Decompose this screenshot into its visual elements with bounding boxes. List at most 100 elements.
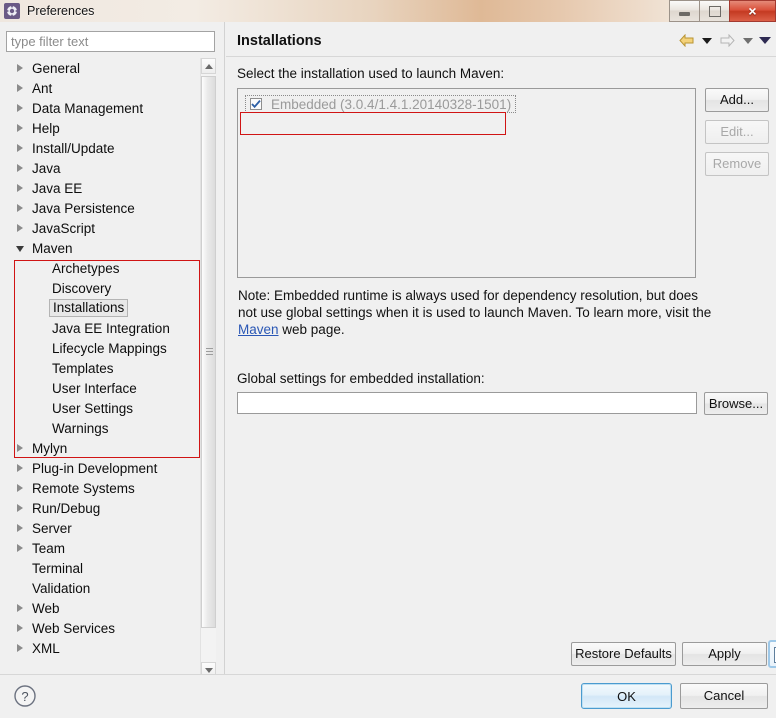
chevron-right-icon[interactable] (16, 163, 25, 173)
preferences-dialog: Preferences × General Ant Data Management H… (0, 0, 776, 718)
chevron-right-icon[interactable] (16, 463, 25, 473)
sidebar-item-archetypes[interactable]: Archetypes (6, 258, 202, 278)
sidebar-item-maven[interactable]: Maven (6, 238, 202, 258)
sidebar-item-server[interactable]: Server (6, 518, 202, 538)
chevron-right-icon[interactable] (16, 103, 25, 113)
sidebar-item-discovery[interactable]: Discovery (6, 278, 202, 298)
close-button[interactable]: × (729, 0, 776, 22)
window-title: Preferences (27, 4, 95, 18)
sidebar-item-warnings[interactable]: Warnings (6, 418, 202, 438)
note-part2: web page. (278, 322, 345, 337)
cancel-button[interactable]: Cancel (680, 683, 768, 709)
sidebar-item-team[interactable]: Team (6, 538, 202, 558)
sidebar-item-label: Install/Update (32, 140, 115, 156)
close-icon: × (748, 3, 757, 19)
sidebar-item-general[interactable]: General (6, 58, 202, 78)
page-action-buttons: Restore Defaults Apply (226, 640, 776, 701)
checkbox-icon[interactable] (250, 98, 262, 110)
back-arrow-icon[interactable] (677, 33, 695, 48)
sidebar-item-remote-systems[interactable]: Remote Systems (6, 478, 202, 498)
ok-button[interactable]: OK (581, 683, 672, 709)
maven-link[interactable]: Maven (238, 322, 279, 337)
chevron-right-icon[interactable] (16, 483, 25, 493)
sidebar-item-user-settings[interactable]: User Settings (6, 398, 202, 418)
maximize-button[interactable] (699, 0, 729, 22)
minimize-icon (679, 11, 690, 16)
sidebar-item-lifecycle-mappings[interactable]: Lifecycle Mappings (6, 338, 202, 358)
search-input[interactable] (6, 31, 215, 52)
chevron-right-icon[interactable] (16, 203, 25, 213)
sidebar-item-web-services[interactable]: Web Services (6, 618, 202, 638)
chevron-right-icon[interactable] (16, 63, 25, 73)
sidebar-item-label: Web (32, 600, 60, 616)
chevron-right-icon[interactable] (16, 223, 25, 233)
chevron-right-icon[interactable] (16, 443, 25, 453)
remove-button[interactable]: Remove (705, 152, 769, 176)
list-item[interactable]: Embedded (3.0.4/1.4.1.20140328-1501) (245, 95, 517, 113)
scroll-thumb[interactable] (201, 76, 216, 628)
sidebar-item-label: User Settings (52, 400, 134, 416)
sidebar-item-ant[interactable]: Ant (6, 78, 202, 98)
pane-divider (224, 22, 225, 674)
sidebar-item-label: Java (32, 160, 61, 176)
sidebar-item-web[interactable]: Web (6, 598, 202, 618)
edit-button[interactable]: Edit... (705, 120, 769, 144)
restore-defaults-button[interactable]: Restore Defaults (571, 642, 676, 666)
select-installation-label: Select the installation used to launch M… (237, 66, 505, 81)
global-settings-input[interactable] (237, 392, 697, 414)
sidebar-item-java-persistence[interactable]: Java Persistence (6, 198, 202, 218)
chevron-down-icon[interactable] (16, 244, 25, 253)
chevron-right-icon[interactable] (16, 543, 25, 553)
installations-list[interactable]: Embedded (3.0.4/1.4.1.20140328-1501) (237, 88, 696, 278)
chevron-right-icon[interactable] (16, 123, 25, 133)
chevron-right-icon[interactable] (16, 523, 25, 533)
sidebar-item-install-update[interactable]: Install/Update (6, 138, 202, 158)
tree-scrollbar[interactable] (200, 58, 216, 678)
sidebar-item-data-management[interactable]: Data Management (6, 98, 202, 118)
sidebar-item-installations[interactable]: Installations (6, 298, 202, 318)
apply-button[interactable]: Apply (682, 642, 767, 666)
sidebar-item-plug-in-development[interactable]: Plug-in Development (6, 458, 202, 478)
installations-page: Installations Select the installation us… (226, 22, 776, 701)
chevron-right-icon[interactable] (16, 503, 25, 513)
preferences-sidebar: General Ant Data Management Help Install/Upd… (0, 22, 224, 678)
sidebar-item-mylyn[interactable]: Mylyn (6, 438, 202, 458)
sidebar-item-java-ee[interactable]: Java EE (6, 178, 202, 198)
sidebar-item-xml[interactable]: XML (6, 638, 202, 658)
help-icon[interactable]: ? (13, 684, 37, 708)
sidebar-item-java-ee-integration[interactable]: Java EE Integration (6, 318, 202, 338)
sidebar-item-validation[interactable]: Validation (6, 578, 202, 598)
chevron-right-icon[interactable] (16, 603, 25, 613)
chevron-right-icon[interactable] (16, 143, 25, 153)
chevron-right-icon[interactable] (16, 623, 25, 633)
sidebar-item-java[interactable]: Java (6, 158, 202, 178)
sidebar-item-user-interface[interactable]: User Interface (6, 378, 202, 398)
chevron-right-icon[interactable] (16, 83, 25, 93)
view-menu-icon[interactable] (759, 35, 770, 46)
back-history-chevron-down-icon[interactable] (701, 35, 712, 46)
sidebar-item-label: Java Persistence (32, 200, 135, 216)
sidebar-item-label: Installations (49, 299, 129, 317)
sidebar-item-label: JavaScript (32, 220, 96, 236)
forward-arrow-icon[interactable] (718, 33, 736, 48)
preferences-tree[interactable]: General Ant Data Management Help Install/Upd… (6, 58, 216, 678)
minimize-button[interactable] (669, 0, 699, 22)
sidebar-item-run-debug[interactable]: Run/Debug (6, 498, 202, 518)
scroll-up-button[interactable] (201, 58, 216, 74)
add-button[interactable]: Add... (705, 88, 769, 112)
forward-history-chevron-down-icon[interactable] (742, 35, 753, 46)
clipped-edge-widget[interactable] (768, 640, 776, 668)
browse-button[interactable]: Browse... (704, 392, 768, 415)
sidebar-item-label: Discovery (52, 280, 112, 296)
page-navigation (677, 33, 770, 48)
sidebar-item-help[interactable]: Help (6, 118, 202, 138)
sidebar-item-label: Maven (32, 240, 73, 256)
chevron-right-icon[interactable] (16, 643, 25, 653)
sidebar-item-templates[interactable]: Templates (6, 358, 202, 378)
chevron-right-icon[interactable] (16, 183, 25, 193)
sidebar-item-terminal[interactable]: Terminal (6, 558, 202, 578)
title-bar: Preferences × (0, 0, 776, 23)
installation-actions: Add... Edit... Remove (705, 88, 769, 176)
sidebar-item-javascript[interactable]: JavaScript (6, 218, 202, 238)
